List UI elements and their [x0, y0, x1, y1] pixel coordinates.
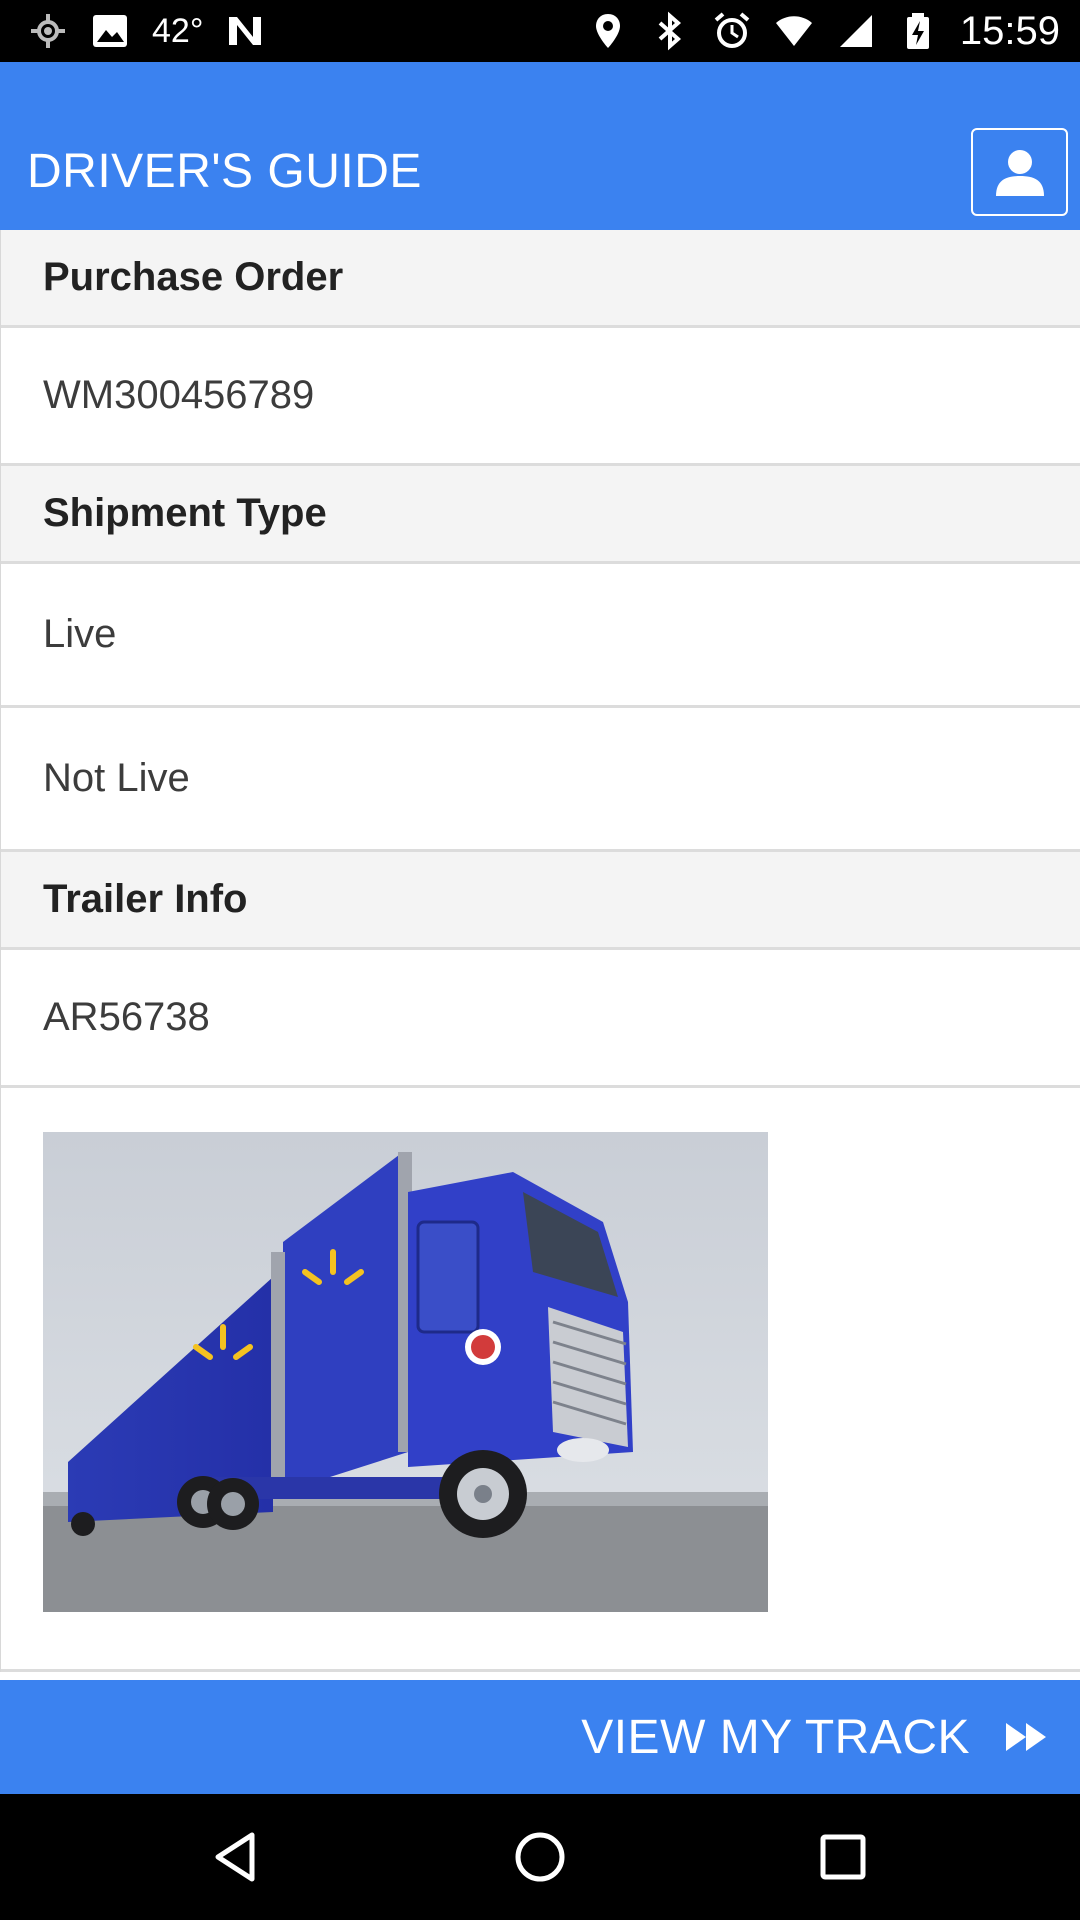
location-target-icon — [31, 14, 65, 48]
trailer-info-value: AR56738 — [1, 950, 1080, 1088]
trailer-image-row — [1, 1088, 1080, 1672]
home-icon[interactable] — [510, 1827, 570, 1887]
view-my-track-label: VIEW MY TRACK — [581, 1710, 970, 1764]
shipment-type-header: Shipment Type — [1, 466, 1080, 564]
system-nav-bar — [0, 1794, 1080, 1920]
image-icon — [93, 15, 127, 47]
details-list: Purchase Order WM300456789 Shipment Type… — [0, 230, 1080, 1672]
location-pin-icon — [595, 14, 620, 48]
profile-button[interactable] — [971, 128, 1068, 216]
wifi-icon — [775, 16, 812, 46]
truck-photo — [43, 1132, 768, 1612]
purchase-order-value: WM300456789 — [1, 328, 1080, 466]
page-title: DRIVER'S GUIDE — [27, 145, 422, 198]
app-bar: DRIVER'S GUIDE — [0, 62, 1080, 230]
bluetooth-icon — [658, 11, 681, 51]
purchase-order-header: Purchase Order — [1, 230, 1080, 328]
status-bar: 42° 15:59 — [0, 0, 1080, 62]
recents-icon[interactable] — [813, 1827, 873, 1887]
view-my-track-button[interactable]: VIEW MY TRACK — [0, 1680, 1080, 1794]
fast-forward-icon — [1006, 1723, 1046, 1751]
shipment-option-not-live[interactable]: Not Live — [1, 708, 1080, 852]
signal-icon — [839, 15, 872, 47]
trailer-info-header: Trailer Info — [1, 852, 1080, 950]
back-icon[interactable] — [206, 1827, 266, 1887]
n-app-icon — [229, 17, 262, 45]
shipment-option-live[interactable]: Live — [1, 564, 1080, 708]
user-profile-icon — [995, 150, 1044, 196]
battery-charging-icon — [906, 13, 929, 49]
temperature-text: 42° — [152, 11, 204, 50]
clock-text: 15:59 — [959, 8, 1060, 53]
alarm-icon — [714, 12, 750, 48]
